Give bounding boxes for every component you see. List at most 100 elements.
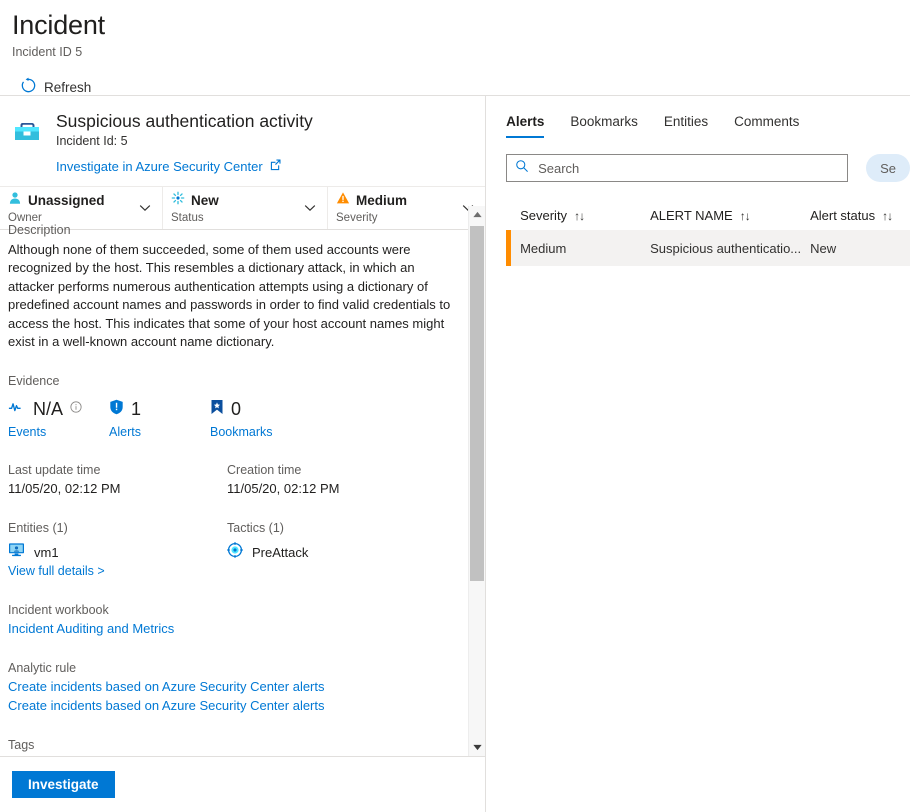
workbook-label: Incident workbook <box>8 603 109 618</box>
page-header: Incident Incident ID 5 Refresh <box>0 0 910 100</box>
last-update-col: Last update time 11/05/20, 02:12 PM <box>8 462 227 498</box>
tab-alerts[interactable]: Alerts <box>506 114 545 138</box>
evidence-bookmarks-label[interactable]: Bookmarks <box>210 424 311 440</box>
host-computer-icon <box>8 542 25 562</box>
entities-col: Entities (1) vm1 View full details > <box>8 520 227 580</box>
search-input[interactable] <box>536 159 840 177</box>
tab-comments[interactable]: Comments <box>734 114 799 138</box>
bookmark-icon <box>210 399 224 420</box>
evidence-events-count: N/A <box>33 399 64 420</box>
scrollbar-thumb[interactable] <box>470 226 485 581</box>
incident-header-texts: Suspicious authentication activity Incid… <box>56 108 313 176</box>
incident-name: Suspicious authentication activity <box>56 111 313 131</box>
column-header-alert-name[interactable]: ALERT NAME ↑↓ <box>650 208 810 223</box>
investigate-in-asc-link[interactable]: Investigate in Azure Security Center <box>56 158 282 174</box>
evidence-events-label[interactable]: Events <box>8 424 109 440</box>
creation-label: Creation time <box>227 463 302 478</box>
column-header-alert-status-label: Alert status <box>810 208 876 223</box>
table-row[interactable]: Medium Suspicious authenticatio... New <box>506 230 910 266</box>
evidence-alerts-label[interactable]: Alerts <box>109 424 210 440</box>
content-split: Suspicious authentication activity Incid… <box>0 96 910 812</box>
severity-indicator-bar <box>506 230 512 266</box>
investigate-button[interactable]: Investigate <box>12 771 115 798</box>
search-row: Se <box>506 154 910 182</box>
search-box[interactable] <box>506 154 849 182</box>
evidence-events-top: N/A <box>8 396 109 422</box>
incident-details-page: Incident Incident ID 5 Refresh Suspiciou… <box>0 0 910 812</box>
incident-detail-scroll: Description Although none of them succee… <box>0 206 491 756</box>
creation-value: 11/05/20, 02:12 PM <box>227 481 340 497</box>
evidence-alerts-top: 1 <box>109 396 210 422</box>
caret-down-icon[interactable] <box>469 739 485 756</box>
cell-alert-name: Suspicious authenticatio... <box>650 240 802 256</box>
incident-summary-pane: Suspicious authentication activity Incid… <box>0 96 491 812</box>
creation-col: Creation time 11/05/20, 02:12 PM <box>227 462 446 498</box>
tab-bar: Alerts Bookmarks Entities Comments <box>506 96 910 138</box>
view-full-details-link[interactable]: View full details > <box>8 562 227 580</box>
detail-scrollbar[interactable] <box>468 206 486 756</box>
alerts-table-header: Severity ↑↓ ALERT NAME ↑↓ Alert status ↑… <box>506 208 910 230</box>
alerts-pane: Alerts Bookmarks Entities Comments Searc… <box>486 96 910 812</box>
workbook-link[interactable]: Incident Auditing and Metrics <box>8 619 446 638</box>
evidence-events[interactable]: N/A Events <box>8 396 109 440</box>
column-header-severity[interactable]: Severity ↑↓ <box>520 208 650 223</box>
analytic-rule-label: Analytic rule <box>8 661 77 676</box>
incident-detail-content: Description Although none of them succee… <box>0 206 470 756</box>
last-update-value: 11/05/20, 02:12 PM <box>8 481 121 497</box>
incident-id: Incident Id: 5 <box>56 134 128 148</box>
pulse-icon <box>8 399 26 420</box>
tags-label: Tags <box>8 738 35 753</box>
evidence-row: N/A Events 1 Alerts 0 Bookmarks <box>8 396 446 440</box>
refresh-label: Refresh <box>44 79 92 95</box>
entities-tactics-row: Entities (1) vm1 View full details > Tac… <box>8 520 446 580</box>
sort-icon[interactable]: ↑↓ <box>882 209 893 223</box>
last-update-label: Last update time <box>8 463 101 478</box>
time-row: Last update time 11/05/20, 02:12 PM Crea… <box>8 462 446 498</box>
tactic-name: PreAttack <box>252 545 309 561</box>
column-header-alert-name-label: ALERT NAME <box>650 208 733 223</box>
sort-icon[interactable]: ↑↓ <box>574 209 585 223</box>
alerts-table: Severity ↑↓ ALERT NAME ↑↓ Alert status ↑… <box>506 208 910 266</box>
evidence-bookmarks-count: 0 <box>231 399 242 420</box>
refresh-icon <box>20 77 37 97</box>
page-subtitle: Incident ID 5 <box>12 45 83 59</box>
evidence-alerts[interactable]: 1 Alerts <box>109 396 210 440</box>
pane-footer: Investigate <box>0 756 491 812</box>
evidence-bookmarks-top: 0 <box>210 396 311 422</box>
entity-item[interactable]: vm1 <box>8 542 227 562</box>
analytic-rule-link[interactable]: Create incidents based on Azure Security… <box>8 696 446 715</box>
incident-header: Suspicious authentication activity Incid… <box>0 96 485 186</box>
entities-label: Entities (1) <box>8 521 68 536</box>
sort-icon[interactable]: ↑↓ <box>740 209 751 223</box>
column-header-alert-status[interactable]: Alert status ↑↓ <box>810 208 910 223</box>
tab-bookmarks[interactable]: Bookmarks <box>570 114 638 138</box>
target-icon <box>227 542 243 563</box>
evidence-alerts-count: 1 <box>131 399 142 420</box>
shield-icon <box>109 399 124 420</box>
description-label: Description <box>8 223 71 237</box>
tab-entities[interactable]: Entities <box>664 114 708 138</box>
search-button[interactable]: Se <box>866 154 910 182</box>
tactics-col: Tactics (1) PreAttack <box>227 520 446 580</box>
description-text: Although none of them succeeded, some of… <box>8 242 451 350</box>
briefcase-icon <box>10 114 44 148</box>
tactics-label: Tactics (1) <box>227 521 284 536</box>
investigate-in-asc-label: Investigate in Azure Security Center <box>56 158 263 174</box>
cell-alert-status: New <box>810 240 837 256</box>
page-title: Incident <box>12 10 105 40</box>
tactic-item: PreAttack <box>227 542 446 563</box>
evidence-bookmarks[interactable]: 0 Bookmarks <box>210 396 311 440</box>
info-icon[interactable] <box>70 400 82 418</box>
cell-severity: Medium <box>520 240 567 256</box>
evidence-label: Evidence <box>8 374 60 389</box>
caret-up-icon[interactable] <box>469 206 485 223</box>
column-header-severity-label: Severity <box>520 208 568 223</box>
entity-name: vm1 <box>34 544 59 560</box>
analytic-rule-link[interactable]: Create incidents based on Azure Security… <box>8 677 446 696</box>
